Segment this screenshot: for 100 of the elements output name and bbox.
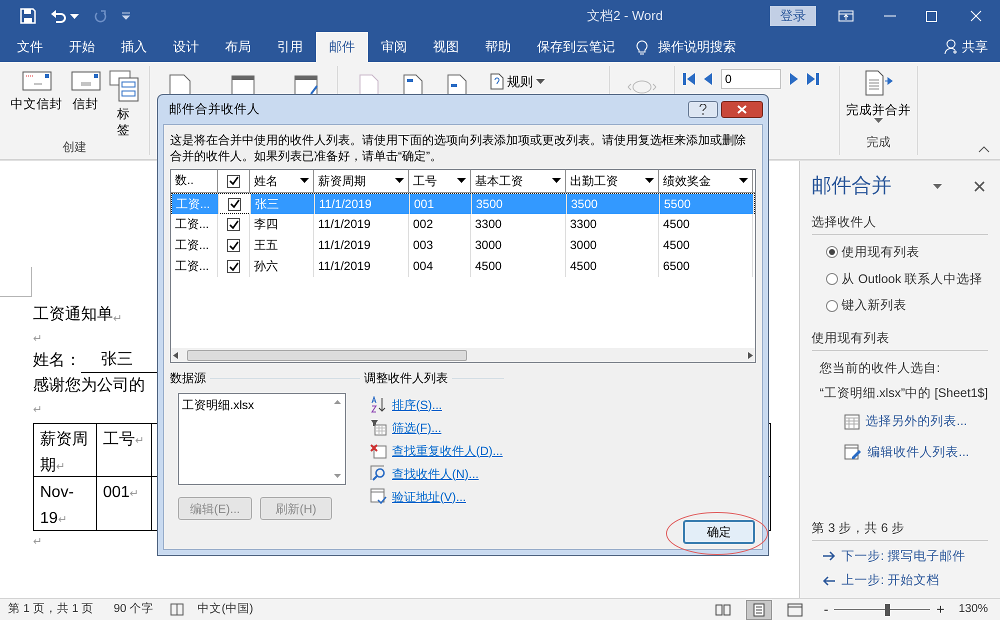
group-heading: 调整收件人列表 <box>364 370 448 387</box>
first-record-icon[interactable] <box>683 72 695 86</box>
table-cell: 4500 <box>471 256 566 277</box>
ribbon-tab[interactable]: 开始 <box>56 32 108 62</box>
save-icon[interactable] <box>20 8 36 24</box>
ribbon-tab[interactable]: 审阅 <box>368 32 420 62</box>
customize-icon[interactable] <box>121 12 131 20</box>
ribbon-tab[interactable]: 帮助 <box>472 32 524 62</box>
paragraph-mark: ↵ <box>33 332 42 347</box>
ribbon-tab[interactable]: 设计 <box>160 32 212 62</box>
right-arrow-icon <box>822 550 836 561</box>
ribbon-tab[interactable]: 保存到云笔记 <box>524 32 628 62</box>
scrollbar-thumb[interactable] <box>187 350 467 360</box>
share-button[interactable]: 共享 <box>962 37 988 57</box>
data-source-list[interactable]: 工资明细.xlsx <box>178 393 346 485</box>
tell-me-search[interactable]: 操作说明搜索 <box>658 37 736 57</box>
dialog-title: 邮件合并收件人 <box>169 101 261 118</box>
ribbon-tab[interactable]: 视图 <box>420 32 472 62</box>
radio-button[interactable] <box>826 300 838 312</box>
recipient-row[interactable]: 工资... 王五 11/1/2019 003 3000 3000 4500 <box>171 235 755 256</box>
dialog-description: 这是将在合并中使用的收件人列表。请使用下面的选项向列表添加项或更改列表。请使用复选框来添加或删除合并的收件人。如果列表已准备好，请单击“确定”。 <box>170 132 747 164</box>
checkbox[interactable] <box>227 174 240 188</box>
column-header[interactable]: 工号 <box>413 172 437 190</box>
column-header[interactable]: 出勤工资 <box>570 172 618 190</box>
table-cell: 3300 <box>471 214 566 235</box>
horizontal-scrollbar[interactable] <box>171 348 755 362</box>
pane-link[interactable]: 选择另外的列表... <box>866 412 968 431</box>
finish-merge-button[interactable]: 完成并合并 <box>846 102 911 118</box>
ribbon-button[interactable]: 信封 <box>72 96 98 112</box>
scroll-right-icon[interactable] <box>747 352 753 358</box>
dialog-link[interactable]: 查找收件人(N)... <box>392 464 479 482</box>
search-icon <box>370 465 387 482</box>
page-count: 第 1 页，共 1 页 <box>8 602 94 617</box>
help-button[interactable] <box>688 101 718 118</box>
recipient-row[interactable]: 工资... 李四 11/1/2019 002 3300 3300 4500 <box>171 214 755 235</box>
zoom-slider[interactable] <box>834 604 930 616</box>
radio-button[interactable] <box>826 246 838 258</box>
minimize-icon[interactable] <box>884 15 896 17</box>
ribbon-tab[interactable]: 邮件 <box>316 32 368 62</box>
rules-button[interactable]: 规则 <box>507 72 533 92</box>
maximize-icon[interactable] <box>926 10 937 22</box>
login-button[interactable]: 登录 <box>770 6 816 26</box>
record-field[interactable]: 0 <box>721 69 781 89</box>
dialog-link[interactable]: 筛选(F)... <box>392 418 442 436</box>
column-header[interactable]: 薪资周期 <box>318 172 366 190</box>
ribbon-tab[interactable]: 插入 <box>108 32 160 62</box>
table-cell: 11/1/2019 <box>314 214 409 235</box>
window-title: 文档2 - Word <box>586 7 664 26</box>
pane-link[interactable]: 编辑收件人列表... <box>868 443 970 462</box>
lightbulb-icon <box>636 39 648 55</box>
checkbox[interactable] <box>227 239 240 252</box>
close-icon[interactable] <box>974 180 985 192</box>
column-header[interactable]: 姓名 <box>254 172 278 190</box>
column-header[interactable]: 绩效奖金 <box>663 172 711 190</box>
radio-button[interactable] <box>826 272 838 285</box>
ok-button[interactable]: 确定 <box>683 520 755 544</box>
word-count: 90 个字 <box>114 601 154 617</box>
print-view-button[interactable] <box>746 600 772 620</box>
previous-record-icon[interactable] <box>703 72 713 86</box>
recipient-row[interactable]: 工资... 孙六 11/1/2019 004 4500 4500 6500 <box>171 256 755 277</box>
ribbon-button[interactable]: 标签 <box>116 106 130 138</box>
page-corner-mark <box>0 267 32 297</box>
proofing-icon[interactable] <box>170 603 184 616</box>
slider-thumb[interactable] <box>885 604 890 616</box>
collapse-ribbon-icon[interactable] <box>978 146 990 153</box>
next-record-icon[interactable] <box>789 72 799 86</box>
pane-text: “工资明细.xlsx”中的 [Sheet1$] <box>818 384 988 402</box>
zoom-in-button[interactable]: + <box>936 599 945 620</box>
zoom-out-button[interactable]: - <box>824 599 828 620</box>
dialog-link[interactable]: 验证地址(V)... <box>392 488 466 506</box>
ribbon-tab[interactable]: 引用 <box>264 32 316 62</box>
undo-icon[interactable] <box>50 8 67 24</box>
last-record-icon[interactable] <box>807 72 819 86</box>
checkbox[interactable] <box>227 260 240 273</box>
table-cell: 工资... <box>171 214 218 235</box>
column-header[interactable]: 数.. <box>175 173 194 187</box>
paragraph-mark: ↵ <box>33 403 42 417</box>
scroll-down-icon[interactable] <box>334 474 341 478</box>
ribbon-tab[interactable]: 布局 <box>212 32 264 62</box>
list-item[interactable]: 工资明细.xlsx <box>182 396 327 414</box>
next-step-link[interactable]: 下一步: 撰写电子邮件 <box>842 546 966 566</box>
scroll-left-icon[interactable] <box>173 352 179 358</box>
table-cell: 11/1/2019 <box>314 256 409 277</box>
ribbon-tab[interactable]: 文件 <box>4 32 56 62</box>
column-header[interactable]: 基本工资 <box>475 172 523 190</box>
checkbox[interactable] <box>227 218 240 231</box>
ribbon-display-icon[interactable] <box>838 10 854 22</box>
group-heading: 数据源 <box>170 370 206 387</box>
table-cell: 王五 <box>250 235 314 256</box>
dialog-link[interactable]: 排序(S)... <box>392 396 442 414</box>
previous-step-link[interactable]: 上一步: 开始文档 <box>842 571 940 590</box>
scroll-up-icon[interactable] <box>334 400 341 404</box>
ribbon-button[interactable]: 中文信封 <box>10 96 62 112</box>
dialog-link[interactable]: 查找重复收件人(D)... <box>392 442 503 460</box>
name-label: 姓名： <box>33 351 81 371</box>
edit-list-icon <box>844 444 862 460</box>
checkbox[interactable] <box>228 198 241 210</box>
paragraph-mark: ↵ <box>33 535 42 549</box>
table-cell: 3500 <box>567 194 660 214</box>
close-button[interactable] <box>721 101 763 118</box>
